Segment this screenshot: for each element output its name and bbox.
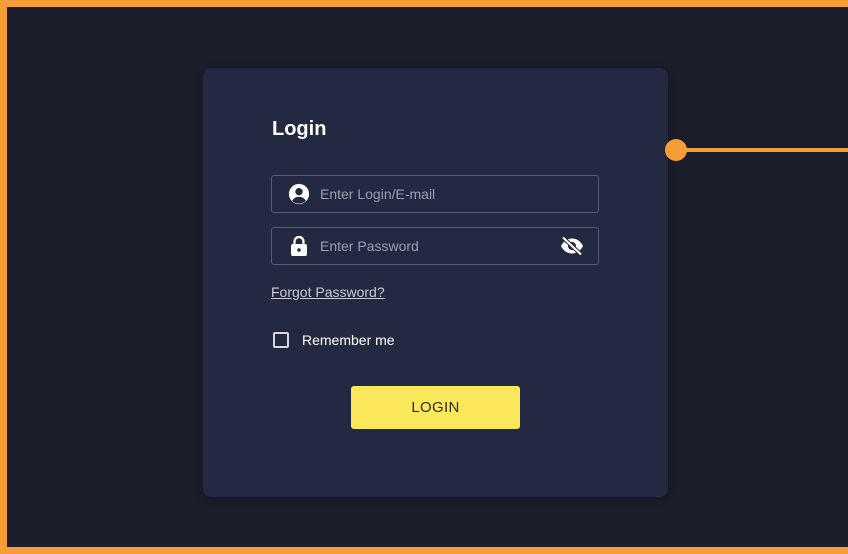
app-frame: Login Enter Login/E-mail Forgot Password… [0, 0, 848, 554]
forgot-password-link[interactable]: Forgot Password? [271, 284, 385, 300]
login-card: Login Enter Login/E-mail Forgot Password… [203, 68, 668, 497]
eye-slash-icon[interactable] [560, 234, 584, 258]
annotation-connector-line [680, 148, 848, 152]
annotation-connector-dot [665, 139, 687, 161]
login-button[interactable]: LOGIN [351, 386, 520, 429]
password-input[interactable] [320, 228, 560, 264]
lock-icon [288, 235, 310, 257]
user-circle-icon [288, 183, 310, 205]
remember-me-option[interactable]: Remember me [273, 332, 395, 348]
password-field[interactable] [271, 227, 599, 265]
remember-me-label: Remember me [302, 332, 395, 348]
login-input[interactable] [320, 176, 598, 212]
remember-me-checkbox[interactable] [273, 332, 289, 348]
login-field[interactable] [271, 175, 599, 213]
form-title: Login [272, 118, 327, 140]
